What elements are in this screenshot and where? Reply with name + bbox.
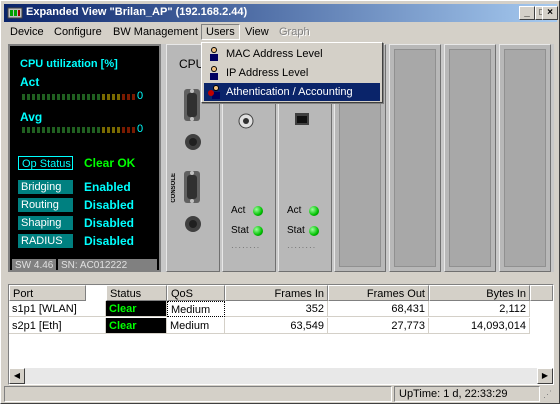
empty-slot-5[interactable] bbox=[444, 44, 496, 272]
slot1-vent: ········ bbox=[231, 243, 261, 252]
empty-slot-4[interactable] bbox=[389, 44, 441, 272]
menu-graph: Graph bbox=[279, 26, 310, 38]
row1-frames-out[interactable]: 68,431 bbox=[328, 301, 429, 317]
col-filler bbox=[530, 285, 553, 301]
menu-item-authentication-accounting[interactable]: Athentication / Accounting bbox=[204, 83, 380, 101]
app-icon bbox=[7, 7, 23, 19]
bridging-label: Bridging bbox=[18, 180, 73, 194]
slot2-act-led bbox=[309, 206, 319, 216]
scroll-left-icon[interactable]: ◀ bbox=[9, 368, 25, 384]
cpu-avg-value: 0 bbox=[137, 123, 144, 135]
menu-device[interactable]: Device bbox=[10, 26, 44, 38]
horizontal-scrollbar[interactable]: ◀ ▶ bbox=[9, 368, 553, 384]
authentication-accounting-label: Athentication / Accounting bbox=[226, 86, 353, 98]
bridging-value: Enabled bbox=[84, 180, 131, 194]
cpu-utilization-title: CPU utilization [%] bbox=[20, 58, 118, 70]
slot2-stat-label: Stat bbox=[287, 225, 305, 236]
main-window: Expanded View "Brilan_AP" (192.168.2.44)… bbox=[0, 0, 560, 404]
sw-version: SW 4.46 bbox=[12, 259, 56, 272]
col-bytes-in[interactable]: Bytes In bbox=[429, 285, 530, 301]
cpu-act-meter bbox=[22, 94, 135, 100]
row2-status[interactable]: Clear bbox=[106, 318, 167, 334]
slot1-act-label: Act bbox=[231, 205, 246, 216]
menu-view[interactable]: View bbox=[245, 26, 269, 38]
front-panel: CPU utilization [%] Act 0 Avg 0 Op Statu… bbox=[8, 44, 161, 272]
user-ip-icon bbox=[210, 66, 218, 80]
radius-label: RADIUS bbox=[18, 234, 73, 248]
scroll-right-icon[interactable]: ▶ bbox=[537, 368, 553, 384]
slot2-stat-led bbox=[309, 226, 319, 236]
row2-bytes-in[interactable]: 14,093,014 bbox=[429, 318, 530, 334]
slot2-act-label: Act bbox=[287, 205, 302, 216]
ps2-port-2-icon bbox=[185, 216, 201, 232]
ethernet-port-icon bbox=[295, 113, 309, 125]
slot1-stat-led bbox=[253, 226, 263, 236]
console-port-icon bbox=[184, 171, 200, 203]
title-bar[interactable]: Expanded View "Brilan_AP" (192.168.2.44)… bbox=[4, 4, 557, 22]
menu-item-mac-address-level[interactable]: MAC Address Level bbox=[204, 45, 380, 63]
row1-status[interactable]: Clear bbox=[106, 301, 167, 317]
col-status[interactable]: Status bbox=[106, 285, 167, 301]
ps2-port-icon bbox=[185, 134, 201, 150]
close-button[interactable]: × bbox=[542, 6, 558, 20]
cpu-avg-meter bbox=[22, 127, 135, 133]
menu-users[interactable]: Users bbox=[201, 24, 240, 40]
row2-port[interactable]: s2p1 [Eth] bbox=[9, 318, 106, 334]
op-status-label: Op Status bbox=[18, 156, 73, 170]
menu-bar: Device Configure BW Management Users Vie… bbox=[4, 23, 557, 42]
port-table: Port Status QoS Frames In Frames Out Byt… bbox=[8, 284, 554, 385]
slot2-vent: ········ bbox=[287, 243, 317, 252]
shaping-value: Disabled bbox=[84, 216, 135, 230]
window-title: Expanded View "Brilan_AP" (192.168.2.44) bbox=[26, 6, 248, 18]
routing-label: Routing bbox=[18, 198, 73, 212]
mac-address-level-label: MAC Address Level bbox=[226, 48, 323, 60]
status-bar: UpTime: 1 d, 22:33:29 ⋰ bbox=[4, 386, 557, 402]
op-status-value: Clear OK bbox=[84, 156, 136, 170]
row2-frames-in[interactable]: 63,549 bbox=[225, 318, 328, 334]
serial-port-icon bbox=[184, 89, 200, 121]
resize-grip-icon[interactable]: ⋰ bbox=[543, 389, 552, 400]
slot1-stat-label: Stat bbox=[231, 225, 249, 236]
shaping-label: Shaping bbox=[18, 216, 73, 230]
menu-item-ip-address-level[interactable]: IP Address Level bbox=[204, 64, 380, 82]
radius-value: Disabled bbox=[84, 234, 135, 248]
row1-port[interactable]: s1p1 [WLAN] bbox=[9, 301, 106, 317]
cpu-act-value: 0 bbox=[137, 90, 144, 102]
user-auth-icon bbox=[208, 85, 220, 99]
empty-slot-6[interactable] bbox=[499, 44, 551, 272]
col-frames-out[interactable]: Frames Out bbox=[328, 285, 429, 301]
row2-frames-out[interactable]: 27,773 bbox=[328, 318, 429, 334]
col-qos[interactable]: QoS bbox=[167, 285, 225, 301]
antenna-connector-icon bbox=[238, 113, 254, 129]
col-frames-in[interactable]: Frames In bbox=[225, 285, 328, 301]
menu-configure[interactable]: Configure bbox=[54, 26, 102, 38]
cpu-avg-label: Avg bbox=[20, 110, 43, 124]
console-label: CONSOLE bbox=[171, 173, 177, 203]
row1-frames-in[interactable]: 352 bbox=[225, 301, 328, 317]
status-panel-main bbox=[4, 386, 392, 402]
serial-number: SN: AC012222 bbox=[58, 259, 157, 272]
users-dropdown-menu: MAC Address Level IP Address Level Athen… bbox=[201, 42, 383, 103]
uptime-display: UpTime: 1 d, 22:33:29 bbox=[394, 386, 540, 402]
row1-bytes-in[interactable]: 2,112 bbox=[429, 301, 530, 317]
row1-qos[interactable]: Medium bbox=[167, 301, 225, 317]
minimize-button[interactable]: _ bbox=[519, 6, 535, 20]
slot1-act-led bbox=[253, 206, 263, 216]
routing-value: Disabled bbox=[84, 198, 135, 212]
menu-bw-management[interactable]: BW Management bbox=[113, 26, 198, 38]
col-port[interactable]: Port bbox=[9, 285, 86, 301]
user-mac-icon bbox=[210, 47, 218, 61]
ip-address-level-label: IP Address Level bbox=[226, 67, 309, 79]
row2-qos[interactable]: Medium bbox=[167, 318, 225, 334]
cpu-act-label: Act bbox=[20, 75, 40, 89]
